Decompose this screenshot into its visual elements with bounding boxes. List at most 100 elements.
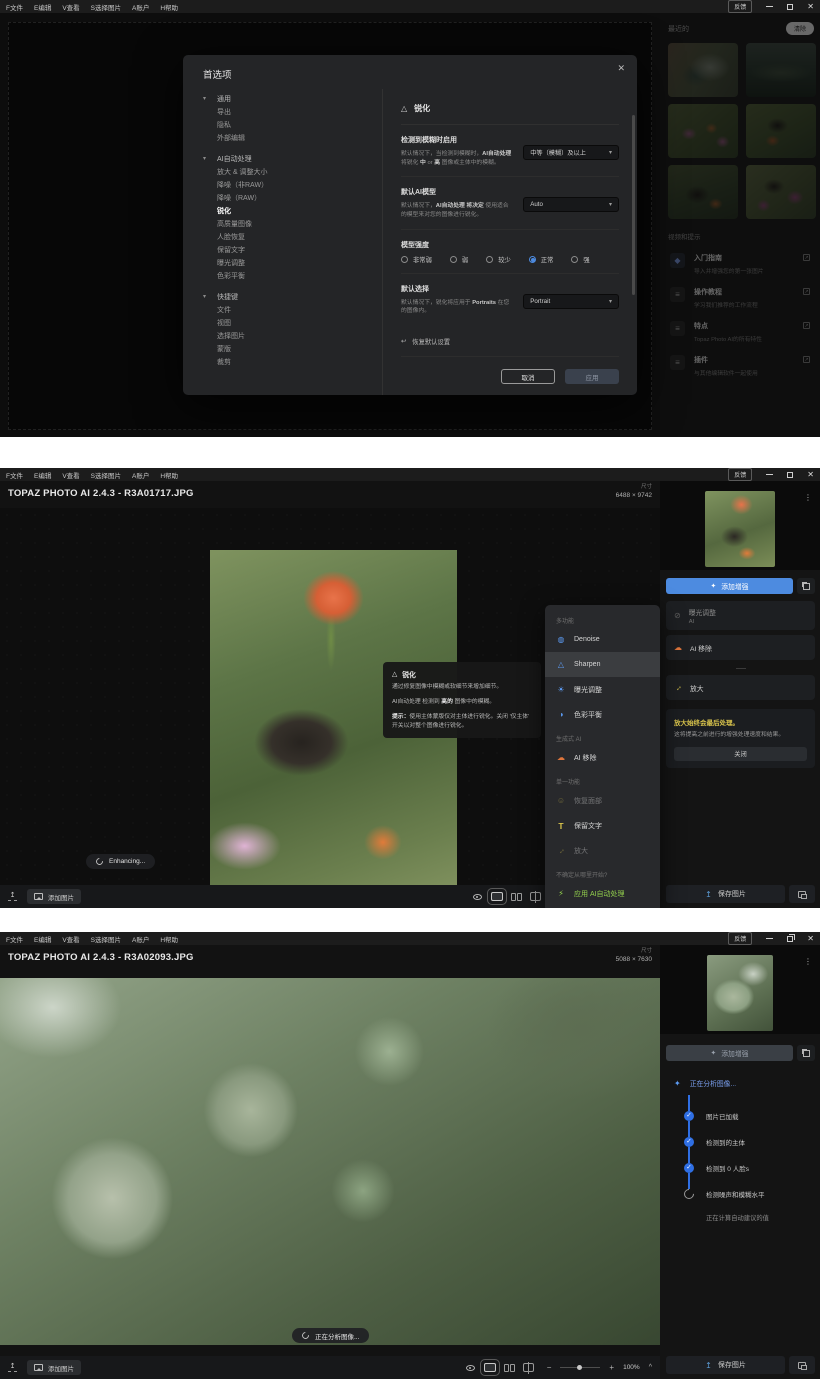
enhancement-menu-item[interactable]: 不确定从哪里开始? xyxy=(545,863,660,881)
save-image-button[interactable]: ↥ 保存图片 xyxy=(666,885,785,903)
single-view-button[interactable] xyxy=(484,1363,496,1372)
restore-icon[interactable] xyxy=(787,936,793,942)
add-enhancement-button-disabled[interactable]: ✦ 添加增强 xyxy=(666,1045,793,1061)
menu-item[interactable]: V查看 xyxy=(62,2,79,12)
strength-radio[interactable]: 非常弱 xyxy=(401,255,432,264)
prefs-nav-item[interactable]: ▾ 锐化 xyxy=(205,205,382,218)
cancel-button[interactable]: 取消 xyxy=(501,369,555,384)
menu-item[interactable]: A账户 xyxy=(132,2,149,12)
prefs-nav-item[interactable]: ▾ 视图 xyxy=(205,317,382,330)
prefs-nav-item[interactable]: ▾ AI自动处理 xyxy=(205,153,382,166)
single-view-button[interactable] xyxy=(491,892,503,901)
image-thumbnail[interactable] xyxy=(705,491,775,567)
kebab-menu-icon[interactable]: ⋮ xyxy=(804,493,812,502)
menu-item[interactable]: V查看 xyxy=(62,934,79,944)
apply-button[interactable]: 应用 xyxy=(565,369,619,384)
add-enhancement-button[interactable]: ✦ 添加增强 xyxy=(666,578,793,594)
restore-defaults-button[interactable]: ↩ 恢复默认设置 xyxy=(401,325,619,357)
enhancement-menu-item[interactable]: ☀ 曝光调整 xyxy=(545,677,660,702)
prefs-nav-item[interactable]: ▾ 通用 xyxy=(205,93,382,106)
strength-radio[interactable]: 弱 xyxy=(450,255,468,264)
menu-item[interactable]: H帮助 xyxy=(160,2,178,12)
prefs-nav-item[interactable]: ▾ 高质量图像 xyxy=(205,218,382,231)
zoom-slider[interactable] xyxy=(560,1367,600,1368)
side-by-side-view-button[interactable] xyxy=(504,1364,515,1372)
prefs-nav-item[interactable]: ▾ 导出 xyxy=(205,106,382,119)
enhancement-menu-item[interactable]: ◑ 色彩平衡 xyxy=(545,702,660,727)
enhancement-menu-item[interactable]: T 保留文字 xyxy=(545,813,660,838)
menu-item[interactable]: S选择图片 xyxy=(91,934,121,944)
editor-canvas[interactable]: Enhancing... △ 锐化 通过修复图像中模糊或软细节来增加细节。 AI… xyxy=(0,508,660,885)
menu-item[interactable]: H帮助 xyxy=(160,934,178,944)
maximize-icon[interactable] xyxy=(787,472,793,478)
enhancement-menu-item[interactable]: ⚡ 应用 AI自动处理 xyxy=(545,881,660,906)
scrollbar[interactable] xyxy=(632,115,635,295)
zoom-slider-handle[interactable] xyxy=(577,1365,582,1370)
prefs-nav-item[interactable]: ▾ 人脸恢复 xyxy=(205,231,382,244)
feedback-button[interactable]: 反馈 xyxy=(728,932,752,945)
enhancement-menu-item[interactable]: 单一功能 xyxy=(545,770,660,788)
side-by-side-view-button[interactable] xyxy=(511,893,522,901)
prefs-nav-item[interactable]: ▾ 隐私 xyxy=(205,119,382,132)
export-settings-button[interactable] xyxy=(789,885,815,903)
feedback-button[interactable]: 反馈 xyxy=(728,468,752,481)
dismiss-button[interactable]: 关闭 xyxy=(674,747,807,761)
menu-item[interactable]: S选择图片 xyxy=(91,2,121,12)
image-thumbnail[interactable] xyxy=(707,955,773,1031)
add-image-button[interactable]: 添加图片 xyxy=(27,1360,81,1375)
menu-item[interactable]: F文件 xyxy=(6,934,23,944)
menu-item[interactable]: A账户 xyxy=(132,934,149,944)
default-model-dropdown[interactable]: Auto ▾ xyxy=(523,197,619,212)
enhancement-menu-item[interactable]: ☁ AI 移除 xyxy=(545,745,660,770)
blur-threshold-dropdown[interactable]: 中等（模糊）及以上 ▾ xyxy=(523,145,619,160)
prefs-nav-item[interactable]: ▾ 保留文字 xyxy=(205,244,382,257)
menu-item[interactable]: F文件 xyxy=(6,470,23,480)
prefs-nav-item[interactable]: ▾ 放大 & 调整大小 xyxy=(205,166,382,179)
menu-item[interactable]: E编辑 xyxy=(34,2,51,12)
crop-button[interactable] xyxy=(797,1045,815,1061)
feedback-button[interactable]: 反馈 xyxy=(728,0,752,13)
photo-preview[interactable] xyxy=(0,978,660,1345)
menu-item[interactable]: E编辑 xyxy=(34,470,51,480)
menu-item[interactable]: A账户 xyxy=(132,470,149,480)
prefs-nav-item[interactable]: ▾ 降噪（RAW） xyxy=(205,192,382,205)
import-button[interactable]: ↥ xyxy=(8,1364,17,1372)
prefs-nav-item[interactable]: ▾ 文件 xyxy=(205,304,382,317)
menu-item[interactable]: V查看 xyxy=(62,470,79,480)
kebab-menu-icon[interactable]: ⋮ xyxy=(804,957,812,966)
chevron-up-icon[interactable]: ^ xyxy=(649,1364,652,1371)
close-icon[interactable]: ✕ xyxy=(807,935,814,943)
prefs-nav-item[interactable]: ▾ 外部编辑 xyxy=(205,132,382,145)
default-selection-dropdown[interactable]: Portrait ▾ xyxy=(523,294,619,309)
enhancement-menu-item[interactable]: △ Sharpen xyxy=(545,652,660,677)
menu-item[interactable]: H帮助 xyxy=(160,470,178,480)
prefs-nav-item[interactable]: ▾ 选择图片 xyxy=(205,330,382,343)
enhancement-menu-item[interactable]: ◍ Denoise xyxy=(545,627,660,652)
menu-item[interactable]: F文件 xyxy=(6,2,23,12)
minimize-icon[interactable] xyxy=(766,938,773,939)
prefs-nav-item[interactable]: ▾ 色彩平衡 xyxy=(205,270,382,283)
menu-item[interactable]: S选择图片 xyxy=(91,470,121,480)
close-icon[interactable]: ✕ xyxy=(807,471,814,479)
export-settings-button[interactable] xyxy=(789,1356,815,1374)
exposure-filter-card[interactable]: ⊘ 曝光调整 AI xyxy=(666,601,815,630)
prefs-nav-item[interactable]: ▾ 裁剪 xyxy=(205,356,382,369)
crop-button[interactable] xyxy=(797,578,815,594)
maximize-icon[interactable] xyxy=(787,4,793,10)
strength-radio[interactable]: 强 xyxy=(571,255,589,264)
strength-radio[interactable]: 正常 xyxy=(529,255,554,264)
save-image-button[interactable]: ↥ 保存图片 xyxy=(666,1356,785,1374)
enhancement-menu-item[interactable]: ↔ 放大 xyxy=(545,838,660,863)
preview-toggle-eye-icon[interactable] xyxy=(473,894,482,900)
prefs-nav-item[interactable]: ▾ 曝光调整 xyxy=(205,257,382,270)
ai-remove-filter-card[interactable]: ☁ AI 移除 xyxy=(666,635,815,660)
close-icon[interactable]: ✕ xyxy=(807,3,814,11)
prefs-nav-item[interactable]: ▾ 蒙版 xyxy=(205,343,382,356)
split-view-button[interactable] xyxy=(523,1363,534,1372)
minimize-icon[interactable] xyxy=(766,6,773,7)
zoom-out-button[interactable]: − xyxy=(547,1363,552,1372)
minimize-icon[interactable] xyxy=(766,474,773,475)
prefs-nav-item[interactable]: ▾ 快捷键 xyxy=(205,291,382,304)
upscale-filter-card[interactable]: ↔ 放大 xyxy=(666,675,815,700)
prefs-nav-item[interactable]: ▾ 降噪（非RAW） xyxy=(205,179,382,192)
